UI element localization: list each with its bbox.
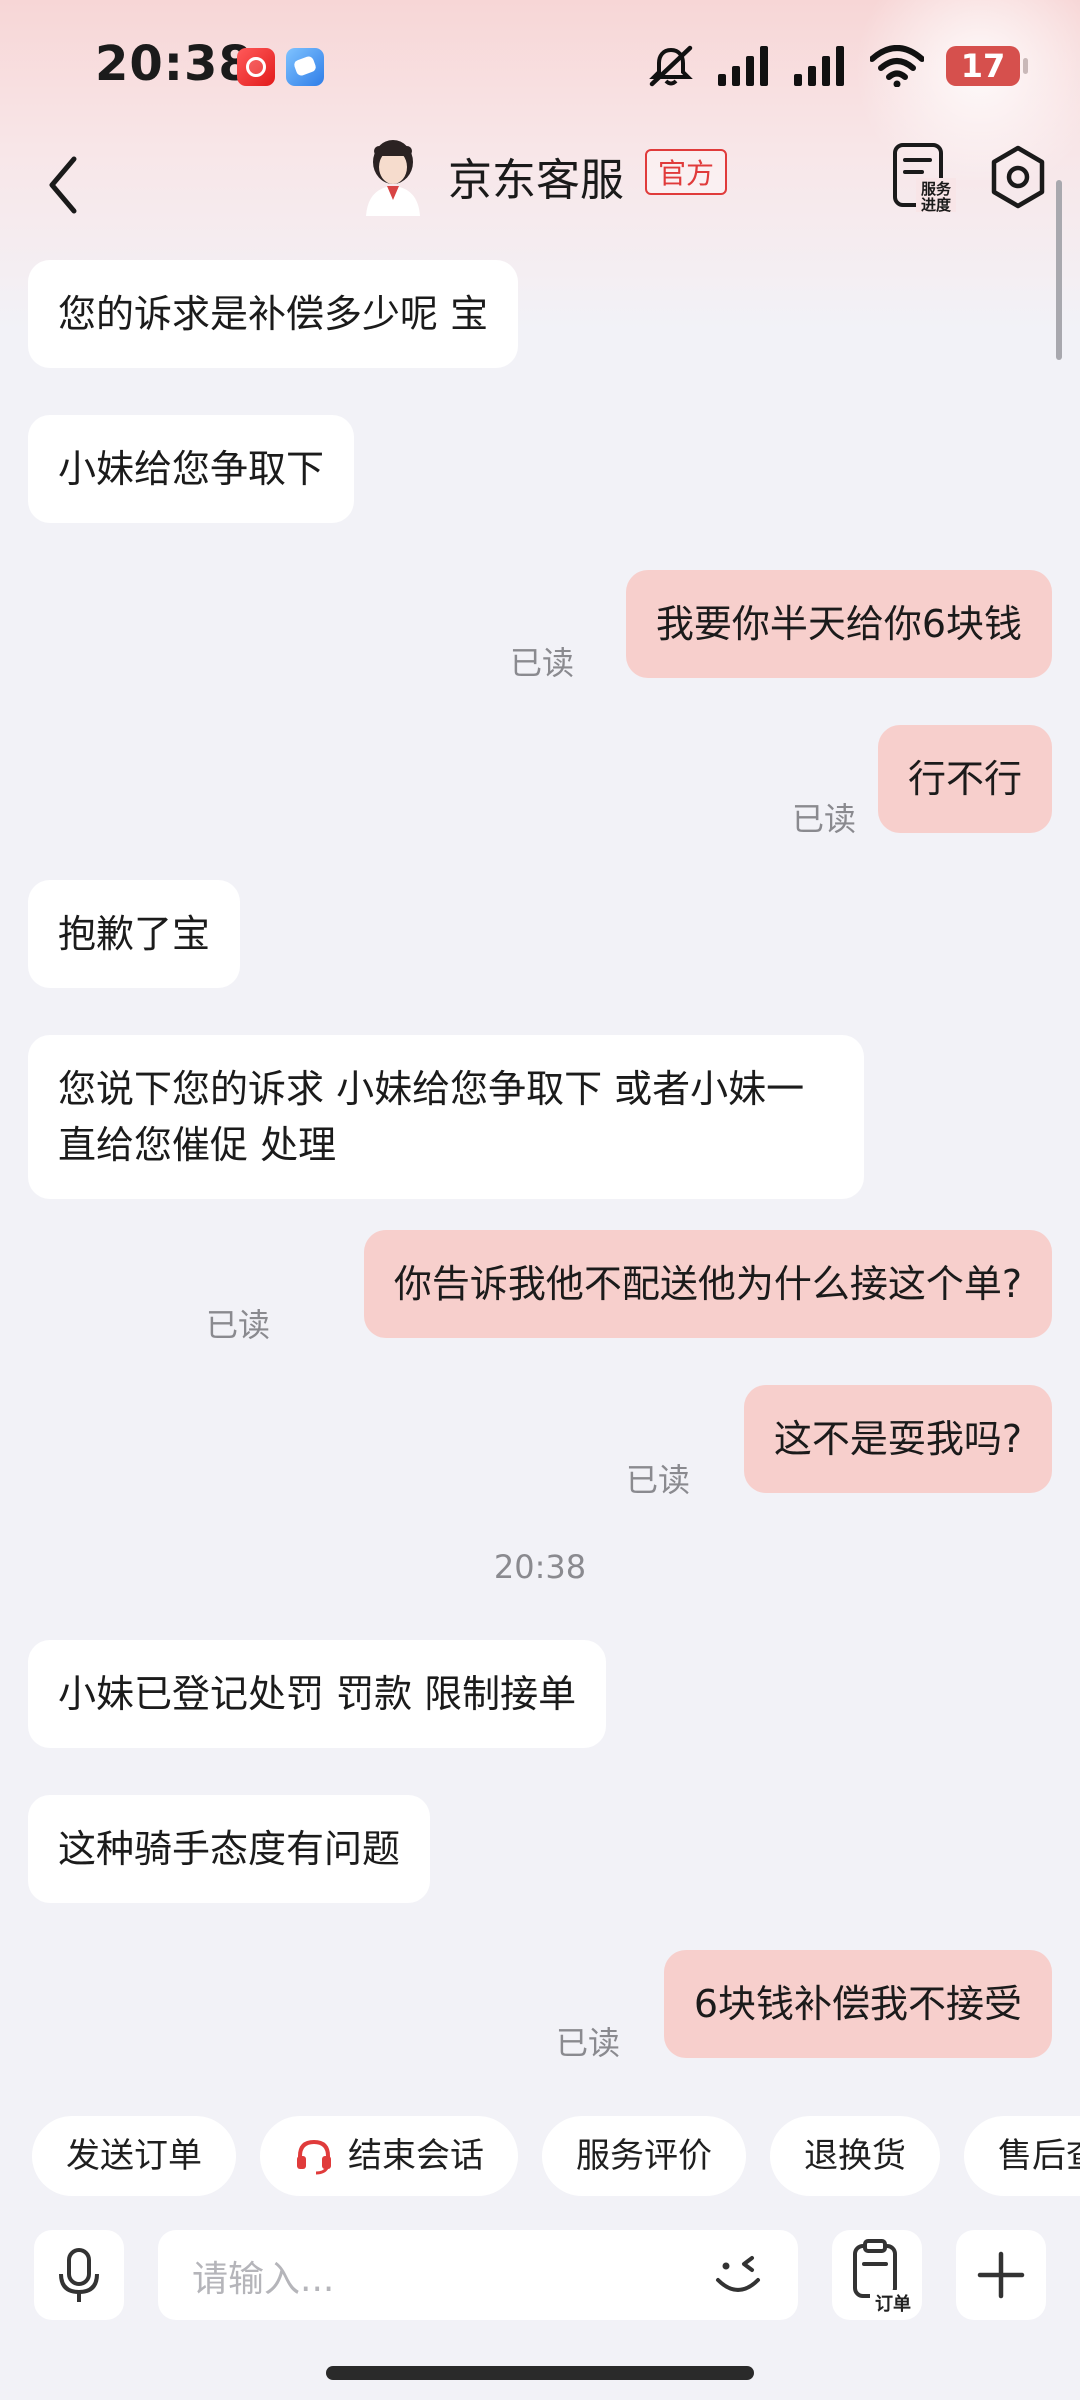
chip-label: 退换货 [804,2136,906,2176]
message-incoming: 您的诉求是补偿多少呢 宝 [28,260,519,368]
message-incoming: 小妹给您争取下 [28,415,355,523]
end-session-chip[interactable]: 结束会话 [260,2116,518,2196]
read-receipt: 已读 [509,644,574,682]
message-timestamp: 20:38 [493,1548,587,1586]
settings-icon[interactable] [988,144,1048,210]
return-exchange-chip[interactable]: 退换货 [770,2116,940,2196]
nav-bar: 京东客服 官方 服务 进度 [0,130,1080,240]
signal-icon [718,46,768,86]
status-bar: 20:38 17 [0,0,1080,130]
message-incoming: 小妹已登记处罚 罚款 限制接单 [28,1640,607,1748]
service-progress-label: 服务 [921,180,952,198]
message-outgoing: 我要你半天给你6块钱 [625,570,1052,678]
scrollbar[interactable] [1056,180,1062,360]
back-button[interactable] [38,145,88,225]
read-receipt: 已读 [625,1461,690,1499]
chip-label: 结束会话 [348,2136,484,2176]
voice-input-button[interactable] [34,2230,124,2320]
order-label: 订单 [875,2293,911,2314]
message-incoming: 您说下您的诉求 小妹给您争取下 或者小妹一直给您催促 处理 [28,1035,864,1199]
read-receipt: 已读 [555,2024,620,2062]
chat-title: 京东客服 [448,155,624,206]
plus-icon [977,2251,1025,2299]
service-progress-button[interactable]: 服务 进度 [892,142,956,212]
read-receipt: 已读 [791,800,856,838]
message-outgoing: 这不是耍我吗? [743,1385,1052,1493]
notification-app-icon [237,48,275,86]
chip-label: 售后查 [998,2136,1080,2176]
message-incoming: 这种骑手态度有问题 [28,1795,431,1903]
message-outgoing: 行不行 [877,725,1052,833]
headset-icon [297,2139,331,2175]
battery-level: 17 [960,47,1006,85]
notification-app-icon [286,48,324,86]
chip-label: 服务评价 [576,2136,712,2176]
emoji-icon[interactable] [708,2244,768,2304]
send-order-chip[interactable]: 发送订单 [32,2116,236,2196]
order-button[interactable]: 订单 [832,2230,922,2320]
home-indicator[interactable] [326,2366,754,2380]
service-progress-label: 进度 [921,196,952,212]
message-input[interactable]: 请输入... [158,2230,798,2320]
agent-avatar [366,140,420,216]
wifi-icon [870,45,924,87]
microphone-icon [59,2248,99,2302]
status-icons: 17 [646,40,1028,92]
service-rating-chip[interactable]: 服务评价 [542,2116,746,2196]
battery-icon: 17 [946,46,1028,86]
status-time: 20:38 [95,36,253,92]
clipboard-icon: 订单 [853,2239,916,2314]
message-outgoing: 6块钱补偿我不接受 [663,1950,1052,2058]
input-placeholder: 请输入... [192,2259,335,2300]
quick-actions: 发送订单 结束会话 服务评价 退换货 售后查 [32,2116,1080,2196]
read-receipt: 已读 [205,1306,270,1344]
chip-label: 发送订单 [66,2136,202,2176]
message-outgoing: 你告诉我他不配送他为什么接这个单? [363,1230,1052,1338]
official-badge: 官方 [645,149,727,195]
signal-icon [794,46,844,86]
more-button[interactable] [956,2230,1046,2320]
message-incoming: 抱歉了宝 [28,880,241,988]
after-sales-chip[interactable]: 售后查 [964,2116,1080,2196]
mute-icon [649,45,693,87]
